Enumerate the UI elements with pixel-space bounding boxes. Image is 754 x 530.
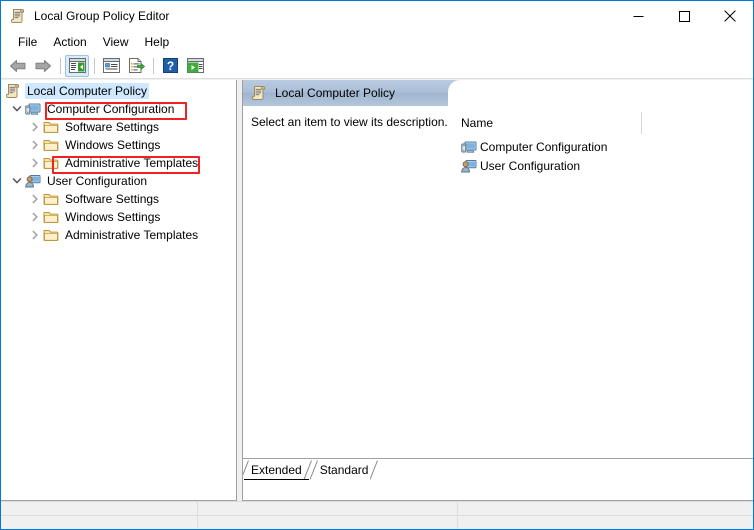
- tree-item-computer-configuration[interactable]: Computer Configuration: [1, 100, 236, 118]
- show-hide-console-tree-icon[interactable]: [65, 54, 89, 77]
- local-group-policy-editor-window: Local Group Policy Editor File Action Vi…: [0, 0, 754, 530]
- menu-bar: File Action View Help: [1, 31, 753, 53]
- close-icon[interactable]: [707, 1, 753, 31]
- tab-active-underline: [244, 479, 309, 480]
- help-icon[interactable]: ?: [158, 55, 182, 77]
- tab-label: Extended: [251, 463, 302, 477]
- toolbar-separator: [94, 57, 95, 74]
- status-bar: [1, 501, 753, 529]
- policy-scroll-icon: [5, 83, 21, 99]
- window-controls: [615, 1, 753, 31]
- tree-item-local-computer-policy[interactable]: Local Computer Policy: [1, 82, 236, 100]
- tree-item-label: Windows Settings: [65, 210, 161, 224]
- user-icon: [25, 173, 41, 189]
- menu-item-action[interactable]: Action: [45, 32, 94, 52]
- list-column-header: Name: [456, 112, 753, 135]
- tree-item-label: Administrative Templates: [65, 156, 199, 170]
- toolbar: ?: [1, 53, 753, 79]
- details-pane-header: Local Computer Policy: [243, 80, 753, 106]
- tree-item-user-software-settings[interactable]: Software Settings: [1, 190, 236, 208]
- status-divider-horizontal: [1, 515, 753, 516]
- computer-icon: [461, 139, 477, 155]
- details-pane: Local Computer Policy Select an item to …: [242, 80, 753, 501]
- tree-item-label: Administrative Templates: [65, 228, 199, 242]
- minimize-icon[interactable]: [615, 1, 661, 31]
- tree-item-user-administrative-templates[interactable]: Administrative Templates: [1, 226, 236, 244]
- computer-icon: [25, 101, 41, 117]
- tab-slant-right: [370, 460, 379, 480]
- tab-label: Standard: [319, 463, 369, 477]
- tab-slant-left: [243, 460, 249, 480]
- title-bar[interactable]: Local Group Policy Editor: [1, 1, 753, 31]
- folder-icon: [43, 137, 59, 153]
- column-separator[interactable]: [641, 112, 642, 134]
- toolbar-separator: [60, 57, 61, 74]
- view-tab-strip: Extended Standard: [243, 458, 753, 480]
- console-tree-pane[interactable]: Local Computer Policy Computer Configura…: [1, 80, 237, 501]
- tab-standard[interactable]: Standard: [309, 460, 379, 480]
- maximize-icon[interactable]: [661, 1, 707, 31]
- toolbar-separator: [153, 57, 154, 74]
- export-list-icon[interactable]: [124, 55, 148, 77]
- folder-icon: [43, 227, 59, 243]
- chevron-right-icon[interactable]: [27, 191, 43, 207]
- window-title: Local Group Policy Editor: [34, 9, 170, 23]
- tree-item-computer-administrative-templates[interactable]: Administrative Templates: [1, 154, 236, 172]
- items-list[interactable]: Name Computer Configuration User Configu…: [456, 106, 753, 480]
- view-tabs: Extended Standard: [243, 459, 379, 480]
- chevron-right-icon[interactable]: [27, 209, 43, 225]
- details-pane-body: Select an item to view its description. …: [243, 106, 753, 480]
- folder-icon: [43, 119, 59, 135]
- menu-item-help[interactable]: Help: [137, 32, 178, 52]
- chevron-down-icon[interactable]: [9, 173, 25, 189]
- workspace: Local Computer Policy Computer Configura…: [1, 80, 753, 501]
- status-divider: [197, 502, 198, 529]
- tree-item-user-windows-settings[interactable]: Windows Settings: [1, 208, 236, 226]
- chevron-right-icon[interactable]: [27, 227, 43, 243]
- chevron-right-icon[interactable]: [27, 119, 43, 135]
- menu-item-file[interactable]: File: [10, 32, 45, 52]
- forward-icon[interactable]: [31, 55, 55, 77]
- tree-item-label: Software Settings: [65, 192, 160, 206]
- tab-extended[interactable]: Extended: [243, 460, 312, 480]
- column-header-name[interactable]: Name: [461, 115, 493, 131]
- tree-item-computer-software-settings[interactable]: Software Settings: [1, 118, 236, 136]
- properties-icon[interactable]: [99, 55, 123, 77]
- tab-slant-left: [309, 460, 318, 480]
- tree-item-user-configuration[interactable]: User Configuration: [1, 172, 236, 190]
- tree-item-label: Computer Configuration: [47, 102, 175, 116]
- back-icon[interactable]: [6, 55, 30, 77]
- folder-icon: [43, 209, 59, 225]
- list-item[interactable]: Computer Configuration: [461, 138, 607, 156]
- details-pane-title: Local Computer Policy: [275, 86, 396, 100]
- svg-text:?: ?: [166, 59, 173, 73]
- show-hide-action-pane-icon[interactable]: [183, 55, 207, 77]
- status-divider: [457, 502, 458, 529]
- user-icon: [461, 158, 477, 174]
- list-item-label: Computer Configuration: [480, 140, 608, 154]
- policy-scroll-icon: [251, 85, 267, 101]
- policy-tree: Local Computer Policy Computer Configura…: [1, 80, 236, 244]
- tree-item-label: Local Computer Policy: [25, 83, 150, 99]
- tree-item-label: Windows Settings: [65, 138, 161, 152]
- chevron-right-icon[interactable]: [27, 155, 43, 171]
- tree-item-label: Software Settings: [65, 120, 160, 134]
- list-item[interactable]: User Configuration: [461, 157, 580, 175]
- chevron-right-icon[interactable]: [27, 137, 43, 153]
- chevron-down-icon[interactable]: [9, 101, 25, 117]
- policy-scroll-icon: [10, 8, 26, 24]
- list-item-label: User Configuration: [480, 159, 581, 173]
- folder-icon: [43, 155, 59, 171]
- header-cap: [448, 80, 753, 106]
- tree-item-computer-windows-settings[interactable]: Windows Settings: [1, 136, 236, 154]
- menu-item-view[interactable]: View: [95, 32, 137, 52]
- folder-icon: [43, 191, 59, 207]
- description-text: Select an item to view its description.: [251, 115, 448, 129]
- tree-item-label: User Configuration: [47, 174, 148, 188]
